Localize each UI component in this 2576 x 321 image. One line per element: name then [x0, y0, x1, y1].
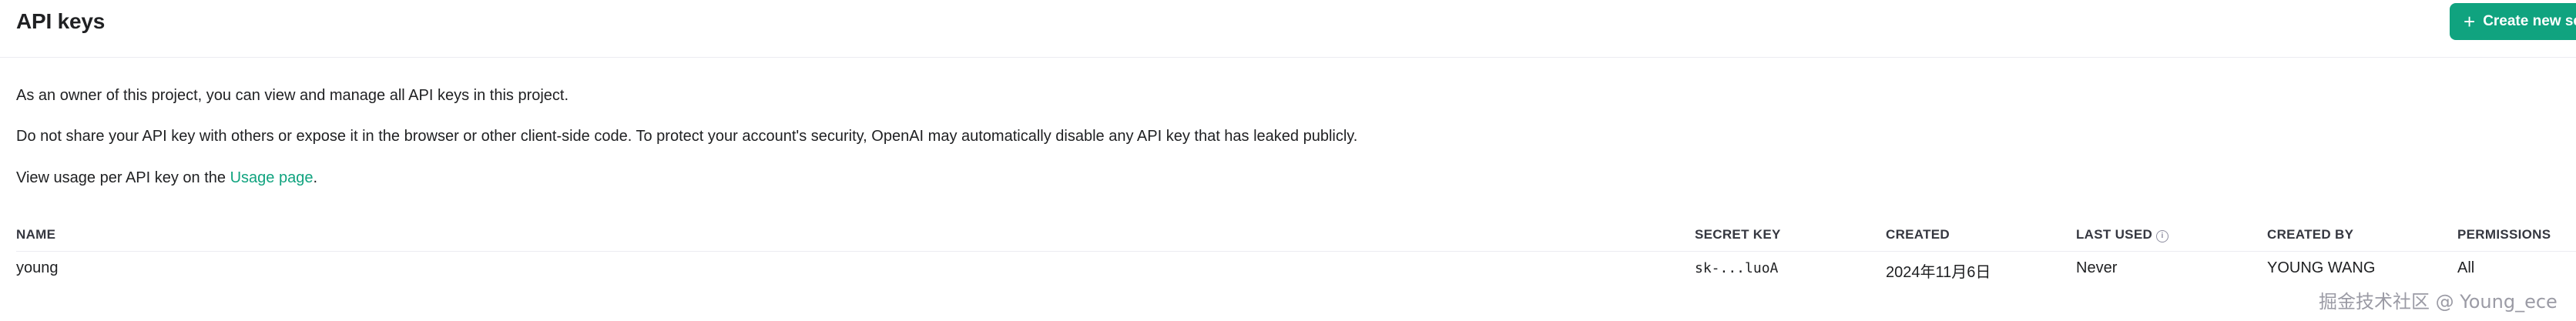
row-created-by: YOUNG WANG	[2267, 259, 2376, 276]
row-last-used: Never	[2076, 259, 2118, 276]
row-name: young	[16, 259, 59, 276]
usage-info: View usage per API key on the Usage page…	[16, 169, 317, 187]
owner-description: As an owner of this project, you can vie…	[16, 87, 569, 104]
column-header-name: NAME	[16, 227, 56, 242]
row-secret-key: sk-...luoA	[1695, 260, 1779, 276]
column-header-last-used-label: LAST USED	[2076, 227, 2153, 242]
create-secret-key-button[interactable]: + Create new secret key	[2450, 3, 2576, 40]
column-header-last-used: LAST USED i	[2076, 227, 2169, 242]
page-header: API keys + Create new secret key	[0, 0, 2576, 58]
plus-icon: +	[2464, 10, 2476, 33]
usage-page-link[interactable]: Usage page	[230, 169, 314, 186]
header-divider	[16, 251, 2576, 252]
column-header-secret-key: SECRET KEY	[1695, 227, 1781, 242]
create-secret-key-label: Create new secret key	[2483, 13, 2576, 29]
info-icon[interactable]: i	[2156, 230, 2169, 242]
security-warning: Do not share your API key with others or…	[16, 128, 1358, 145]
row-permissions: All	[2457, 259, 2475, 276]
row-created: 2024年11月6日	[1886, 264, 1991, 281]
usage-info-prefix: View usage per API key on the	[16, 169, 230, 186]
column-header-created-by: CREATED BY	[2267, 227, 2354, 242]
column-header-created: CREATED	[1886, 227, 1950, 242]
page-title: API keys	[16, 9, 106, 33]
column-header-permissions: PERMISSIONS	[2457, 227, 2551, 242]
api-keys-page: API keys + Create new secret key As an o…	[0, 0, 2576, 321]
usage-info-suffix: .	[313, 169, 318, 186]
watermark: 掘金技术社区 @ Young_ece	[2319, 291, 2558, 313]
